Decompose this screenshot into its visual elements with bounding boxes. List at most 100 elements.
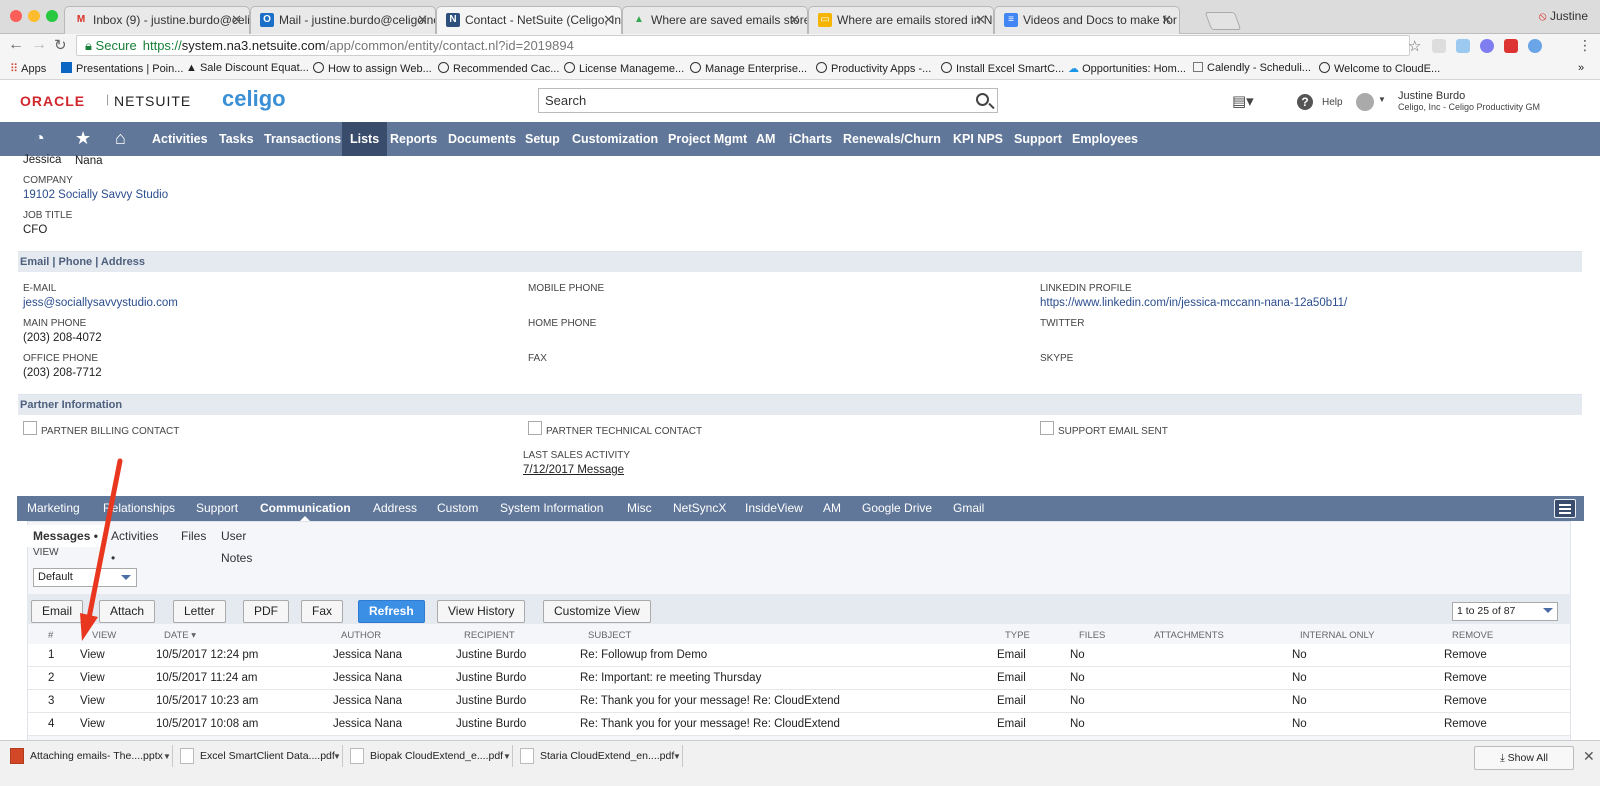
- bookmark-item[interactable]: How to assign Web...: [313, 62, 432, 75]
- recent-records-icon[interactable]: ▤▾: [1232, 92, 1254, 110]
- tab-gmail[interactable]: Gmail: [953, 496, 984, 521]
- tab-address[interactable]: Address: [373, 496, 417, 521]
- nav-support[interactable]: Support: [1006, 122, 1070, 156]
- extension-icon[interactable]: [1480, 39, 1494, 53]
- extension-icon[interactable]: [1456, 39, 1470, 53]
- refresh-button[interactable]: Refresh: [358, 600, 425, 623]
- chevron-down-icon[interactable]: ▼: [333, 752, 341, 761]
- support-email-checkbox[interactable]: [1040, 421, 1054, 435]
- tab-custom[interactable]: Custom: [437, 496, 478, 521]
- back-icon[interactable]: ←: [8, 36, 24, 54]
- attach-button[interactable]: Attach: [99, 600, 156, 623]
- search-icon[interactable]: [976, 93, 989, 106]
- forward-icon[interactable]: →: [31, 36, 47, 54]
- layout-toggle-icon[interactable]: [1554, 499, 1576, 518]
- nav-documents[interactable]: Documents: [440, 122, 524, 156]
- partner-information-header[interactable]: Partner Information: [18, 394, 1582, 415]
- nav-customization[interactable]: Customization: [564, 122, 666, 156]
- nav-am[interactable]: AM: [748, 122, 783, 156]
- star-icon[interactable]: ★: [75, 128, 91, 149]
- bookmark-star-icon[interactable]: ☆: [1408, 37, 1421, 55]
- bookmark-item[interactable]: Productivity Apps -...: [816, 62, 931, 75]
- bookmark-item[interactable]: Recommended Cac...: [438, 62, 559, 75]
- maximize-window-button[interactable]: [46, 10, 58, 22]
- col-internal-only[interactable]: INTERNAL ONLY: [1300, 630, 1374, 641]
- nav-icharts[interactable]: iCharts: [781, 122, 840, 156]
- remove-link[interactable]: Remove: [1444, 672, 1487, 684]
- address-bar[interactable]: 🔒︎ Secure https://system.na3.netsuite.com…: [76, 35, 1410, 56]
- bookmark-item[interactable]: Install Excel SmartC...: [941, 62, 1064, 75]
- tab-insideview[interactable]: InsideView: [745, 496, 803, 521]
- col-files[interactable]: FILES: [1079, 630, 1105, 641]
- partner-technical-checkbox[interactable]: [528, 421, 542, 435]
- help-link[interactable]: Help: [1322, 97, 1343, 108]
- close-tab-icon[interactable]: ✕: [417, 12, 428, 28]
- nav-reports[interactable]: Reports: [382, 122, 445, 156]
- view-history-button[interactable]: View History: [437, 600, 526, 623]
- tab-system-information[interactable]: System Information: [500, 496, 603, 521]
- nav-kpi-nps[interactable]: KPI NPS: [945, 122, 1011, 156]
- download-item[interactable]: Biopak CloudExtend_e....pdf: [350, 748, 503, 772]
- col-attachments[interactable]: ATTACHMENTS: [1154, 630, 1224, 641]
- extension-icon[interactable]: [1432, 39, 1446, 53]
- home-icon[interactable]: ⌂: [115, 128, 126, 149]
- nav-tasks[interactable]: Tasks: [211, 122, 262, 156]
- profile-button[interactable]: ⦸ Justine: [1539, 9, 1588, 24]
- chevron-down-icon[interactable]: ▼: [1378, 95, 1386, 104]
- show-all-downloads-button[interactable]: ⤓ Show All: [1474, 746, 1574, 770]
- help-icon[interactable]: ?: [1297, 94, 1313, 110]
- browser-tab-active[interactable]: N Contact - NetSuite (Celigo, Inc ✕: [436, 6, 622, 35]
- nav-activities[interactable]: Activities: [144, 122, 216, 156]
- row-internal-only[interactable]: No: [1292, 718, 1307, 730]
- more-bookmarks-icon[interactable]: »: [1578, 62, 1584, 74]
- bookmark-item[interactable]: ☁ Opportunities: Hom...: [1068, 62, 1186, 75]
- chevron-down-icon[interactable]: ▼: [673, 752, 681, 761]
- nav-renewals-churn[interactable]: Renewals/Churn: [835, 122, 949, 156]
- col-type[interactable]: TYPE: [1005, 630, 1030, 641]
- nav-transactions[interactable]: Transactions: [256, 122, 349, 156]
- tab-files[interactable]: Files: [175, 525, 212, 547]
- download-item[interactable]: Attaching emails- The....pptx: [10, 748, 163, 772]
- extension-icon[interactable]: [1528, 39, 1542, 53]
- minimize-window-button[interactable]: [28, 10, 40, 22]
- menu-icon[interactable]: ⋮: [1578, 38, 1592, 53]
- remove-link[interactable]: Remove: [1444, 718, 1487, 730]
- customize-view-button[interactable]: Customize View: [543, 600, 651, 623]
- tab-activities[interactable]: Activities •: [105, 525, 164, 565]
- partner-billing-checkbox[interactable]: [23, 421, 37, 435]
- view-link[interactable]: View: [80, 718, 105, 730]
- bookmark-item[interactable]: Presentations | Poin...: [61, 62, 183, 75]
- letter-button[interactable]: Letter: [173, 600, 226, 623]
- close-tab-icon[interactable]: ✕: [975, 12, 986, 28]
- pagination-select[interactable]: 1 to 25 of 87: [1452, 602, 1558, 621]
- close-tab-icon[interactable]: ✕: [603, 12, 614, 28]
- global-search-input[interactable]: Search: [538, 88, 998, 113]
- bookmark-item[interactable]: Manage Enterprise...: [690, 62, 807, 75]
- chevron-down-icon[interactable]: ▼: [163, 752, 171, 761]
- browser-tab[interactable]: ▲ Where are saved emails stored ✕: [622, 6, 808, 34]
- view-link[interactable]: View: [80, 672, 105, 684]
- view-select[interactable]: Default: [33, 568, 137, 587]
- tab-messages[interactable]: Messages •: [27, 525, 105, 547]
- tab-marketing[interactable]: Marketing: [27, 496, 80, 521]
- recent-icon[interactable]: ◔: [34, 128, 45, 149]
- nav-setup[interactable]: Setup: [517, 122, 568, 156]
- remove-link[interactable]: Remove: [1444, 695, 1487, 707]
- col-date[interactable]: DATE ▾: [164, 630, 196, 641]
- remove-link[interactable]: Remove: [1444, 649, 1487, 661]
- last-sales-activity-link[interactable]: 7/12/2017 Message: [523, 464, 624, 476]
- bookmark-item[interactable]: ▲ Sale Discount Equat...: [186, 62, 309, 74]
- view-link[interactable]: View: [80, 649, 105, 661]
- fax-button[interactable]: Fax: [301, 600, 344, 623]
- browser-tab[interactable]: M Inbox (9) - justine.burdo@celig ✕: [64, 6, 250, 34]
- col-subject[interactable]: SUBJECT: [588, 630, 631, 641]
- email-button[interactable]: Email: [31, 600, 84, 623]
- col-recipient[interactable]: RECIPIENT: [464, 630, 515, 641]
- tab-misc[interactable]: Misc: [627, 496, 652, 521]
- browser-tab[interactable]: O Mail - justine.burdo@celigoinc. ✕: [250, 6, 436, 34]
- browser-tab[interactable]: ▭ Where are emails stored in Net ✕: [808, 6, 994, 34]
- tab-relationships[interactable]: Relationships: [103, 496, 175, 521]
- company-link[interactable]: 19102 Socially Savvy Studio: [23, 189, 168, 201]
- bookmark-item[interactable]: Calendly - Scheduli...: [1193, 62, 1311, 74]
- chevron-down-icon[interactable]: ▼: [503, 752, 511, 761]
